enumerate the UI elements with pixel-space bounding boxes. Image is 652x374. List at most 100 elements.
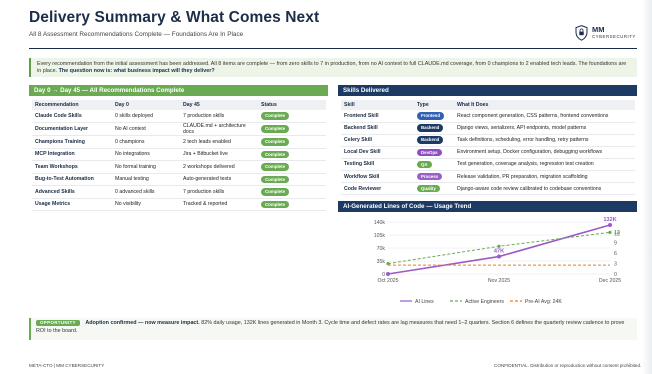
day0-cell: 0 champions: [112, 135, 180, 149]
skill-desc-cell: Django-aware code review calibrated to c…: [454, 182, 635, 196]
day45-cell: Tracked & reported: [180, 198, 258, 211]
skill-desc-cell: Task definitions, scheduling, error hand…: [454, 134, 635, 147]
logo-brand-sub: CYBERSECURITY: [592, 34, 636, 39]
y-tick-label: 0: [382, 272, 385, 278]
type-badge: QA: [417, 160, 432, 169]
recommendation-cell: Bug-to-Test Automation: [32, 173, 112, 186]
recommendation-cell: Champions Training: [32, 135, 112, 149]
data-label: 12: [614, 231, 620, 237]
data-point: [497, 244, 501, 248]
recommendations-table: Recommendation Day 0 Day 45 Status Claud…: [32, 100, 326, 211]
skill-type-cell: QA: [414, 158, 454, 171]
y-tick-label: 70k: [377, 246, 386, 252]
table-row: Champions Training 0 champions 2 tech lead…: [32, 135, 326, 149]
table-header-row: Skill Type What It Does: [341, 100, 635, 110]
day0-cell: No formal training: [112, 160, 180, 174]
page-subtitle: All 8 Assessment Recommendations Complet…: [29, 31, 244, 38]
status-cell: Complete: [258, 160, 326, 174]
table-row: Bug-to-Test Automation Manual testing Auto…: [32, 173, 326, 186]
recommendations-panel-title: Day 0 → Day 45 — All Recommendations Com…: [29, 85, 328, 96]
skill-type-cell: Quality: [414, 182, 454, 196]
logo-brand: MM: [592, 25, 605, 34]
status-cell: Complete: [258, 135, 326, 149]
skill-type-cell: Frontend: [414, 110, 454, 123]
table-row: Frontend Skill Frontend React component ge…: [341, 110, 635, 123]
data-point: [608, 230, 612, 234]
skill-name-cell: Frontend Skill: [341, 110, 414, 123]
skills-table: Skill Type What It Does Frontend Skill Fr…: [341, 100, 635, 196]
type-badge: Backend: [417, 124, 444, 132]
y-tick-label: 105k: [374, 233, 386, 239]
status-cell: Complete: [258, 198, 326, 211]
recommendation-cell: Usage Metrics: [32, 198, 112, 211]
y2-tick-label: 9: [614, 241, 617, 247]
x-tick-label: Dec 2025: [599, 278, 621, 284]
day0-cell: 0 skills deployed: [112, 110, 180, 123]
day0-cell: No AI context: [112, 122, 180, 136]
skill-name-cell: Local Dev Skill: [341, 146, 414, 159]
legend-label: Pre-AI Avg: 24K: [525, 299, 562, 305]
table-row: MCP Integration No integrations Jira + Bit…: [32, 148, 326, 161]
recommendation-cell: Documentation Layer: [32, 122, 112, 136]
skill-desc-cell: Environment setup, Docker configuration,…: [454, 146, 635, 159]
table-row: Backend Skill Backend Django views, serial…: [341, 122, 635, 135]
y2-tick-label: 6: [614, 251, 617, 257]
header-divider: [29, 48, 637, 49]
day0-cell: No visibility: [112, 198, 180, 211]
data-point: [386, 272, 390, 276]
status-badge: Complete: [261, 138, 290, 146]
intro-callout: Every recommendation from the initial as…: [29, 58, 637, 77]
skill-name-cell: Celery Skill: [341, 134, 414, 147]
table-row: Documentation Layer No AI context CLAUDE.m…: [32, 122, 326, 136]
day45-cell: Jira + Bitbucket live: [180, 148, 258, 161]
table-row: Testing Skill QA Test generation, coverage…: [341, 158, 635, 171]
type-badge: Frontend: [417, 112, 445, 120]
recommendation-cell: Claude Code Skills: [32, 110, 112, 123]
column-header: Day 45: [180, 100, 258, 110]
table-row: Code Reviewer Quality Django-aware code re…: [341, 182, 635, 196]
type-badge: Process: [417, 172, 443, 181]
column-header: Skill: [341, 100, 414, 110]
skill-desc-cell: React component generation, CSS patterns…: [454, 110, 635, 123]
status-cell: Complete: [258, 122, 326, 136]
type-badge: Quality: [417, 184, 440, 193]
skill-type-cell: Backend: [414, 122, 454, 135]
skill-type-cell: DevOps: [414, 146, 454, 159]
skill-name-cell: Code Reviewer: [341, 182, 414, 196]
y2-tick-label: 3: [614, 261, 617, 267]
skill-desc-cell: Test generation, coverage analysis, regr…: [454, 158, 635, 171]
table-row: Workflow Skill Process Release validation,…: [341, 170, 635, 184]
skill-name-cell: Testing Skill: [341, 158, 414, 171]
page-edge-shadow: [642, 0, 652, 374]
usage-trend-chart: 0 35k 70k 105k 140k 0 3 6 9 12 Oct 2025 Nov 2025 Dec…: [374, 217, 621, 305]
status-badge: Complete: [261, 150, 290, 158]
status-cell: Complete: [258, 185, 326, 199]
skill-desc-cell: Django views, serializers, API endpoints…: [454, 122, 635, 135]
data-point: [497, 254, 501, 259]
status-cell: Complete: [258, 148, 326, 161]
skill-desc-cell: Release validation, PR preparation, migr…: [454, 170, 635, 184]
chart-title: AI-Generated Lines of Code — Usage Trend: [338, 201, 637, 212]
day45-cell: 2 workshops delivered: [180, 160, 258, 174]
data-label: 47K: [494, 249, 504, 255]
shield-lock-icon: [575, 25, 588, 41]
status-cell: Complete: [258, 173, 326, 186]
y2-tick-label: 0: [614, 272, 617, 278]
y-tick-label: 35k: [377, 259, 386, 265]
x-tick-label: Oct 2025: [377, 278, 398, 284]
opportunity-lead: Adoption confirmed — now measure impact.: [85, 320, 200, 326]
day45-cell: 2 tech leads enabled: [180, 135, 258, 149]
status-badge: Complete: [261, 163, 290, 171]
column-header: Recommendation: [32, 100, 112, 110]
column-header: Day 0: [112, 100, 180, 110]
day0-cell: No integrations: [112, 148, 180, 161]
status-cell: Complete: [258, 110, 326, 123]
recommendation-cell: Advanced Skills: [32, 185, 112, 199]
column-header: Type: [414, 100, 454, 110]
day0-cell: 0 advanced skills: [112, 185, 180, 199]
skill-type-cell: Backend: [414, 134, 454, 147]
status-badge: Complete: [261, 175, 290, 183]
table-header-row: Recommendation Day 0 Day 45 Status: [32, 100, 326, 110]
company-logo: MM CYBERSECURITY: [575, 25, 636, 47]
page-title: Delivery Summary & What Comes Next: [29, 9, 320, 26]
